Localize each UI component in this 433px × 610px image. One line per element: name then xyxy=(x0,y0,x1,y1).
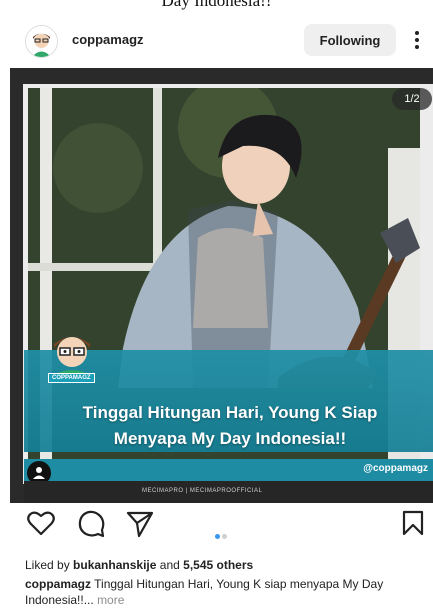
username[interactable]: coppamagz xyxy=(72,32,144,47)
social-strip: MECIMAPRO | MECIMAPROOFFICIAL xyxy=(24,481,433,503)
social-handles: MECIMAPRO | MECIMAPROOFFICIAL xyxy=(142,488,263,494)
mascot-logo-icon xyxy=(52,337,92,376)
caption-more-link[interactable]: more xyxy=(97,593,124,607)
carousel-dot-active xyxy=(215,534,220,539)
heart-icon[interactable] xyxy=(27,510,55,536)
following-button[interactable]: Following xyxy=(304,24,396,56)
post-header: coppamagz Following xyxy=(0,18,433,62)
avatar[interactable] xyxy=(25,25,58,58)
handle-text: @coppamagz xyxy=(363,463,428,474)
avatar-cartoon-icon xyxy=(26,26,57,57)
headline-text: Tinggal Hitungan Hari, Young K Siap Meny… xyxy=(24,400,433,452)
carousel-dot xyxy=(222,534,227,539)
likes-line: Liked by bukanhanskije and 5,545 others xyxy=(25,558,253,572)
caption-username[interactable]: coppamagz xyxy=(25,577,91,591)
post-actions xyxy=(0,510,433,550)
carousel-counter: 1/2 xyxy=(392,88,432,110)
share-icon[interactable] xyxy=(126,510,154,538)
handle-bar: @coppamagz xyxy=(24,459,433,481)
more-icon[interactable] xyxy=(412,28,422,52)
headline-line-1: Tinggal Hitungan Hari, Young K Siap xyxy=(82,403,378,422)
likes-count[interactable]: 5,545 others xyxy=(183,558,253,572)
bookmark-icon[interactable] xyxy=(402,510,424,536)
post-caption: coppamagz Tinggal Hitungan Hari, Young K… xyxy=(25,576,421,608)
likes-prefix: Liked by xyxy=(25,558,70,572)
logo-label: COPPAMAGZ xyxy=(48,373,95,383)
likes-middle: and xyxy=(159,558,180,572)
top-caption: Day Indonesia!! xyxy=(161,0,272,10)
comment-icon[interactable] xyxy=(78,510,106,538)
headline-line-2: Menyapa My Day Indonesia!! xyxy=(113,429,347,448)
likes-user[interactable]: bukanhanskije xyxy=(73,558,156,572)
carousel-dots xyxy=(214,526,228,544)
post-media[interactable]: 1/2 COPPAMAGZ Tinggal Hitungan Hari, You… xyxy=(10,68,433,503)
